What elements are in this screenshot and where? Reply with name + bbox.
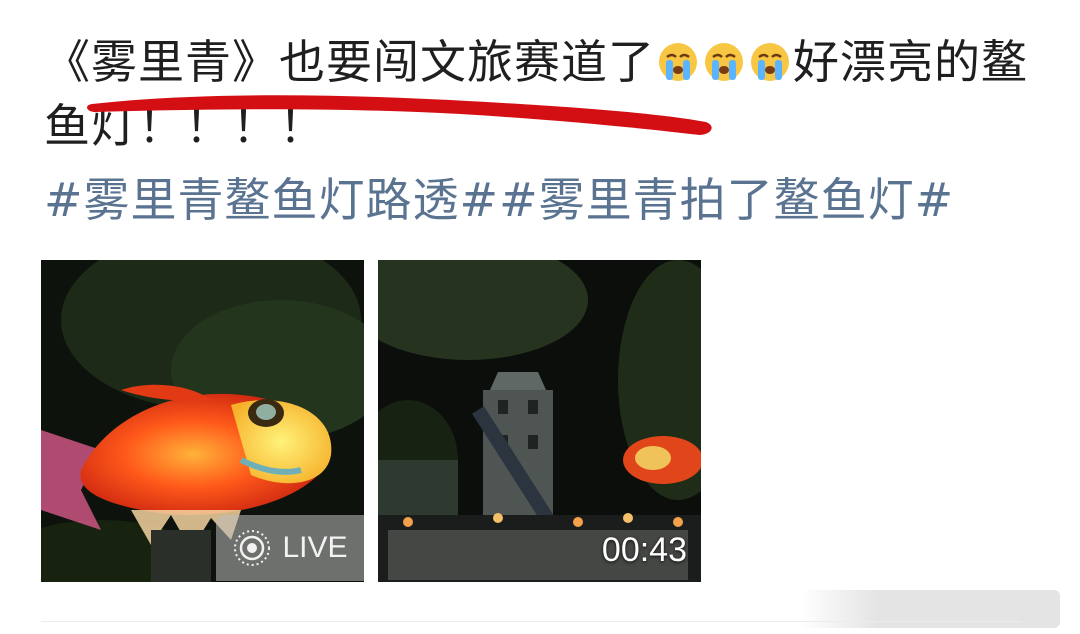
video-thumbnail[interactable]: 00:43 [378,260,701,582]
divider [41,621,1021,622]
hashtag-link[interactable]: #雾里青鳌鱼灯路透# [44,173,499,227]
loudly-crying-face-icon [703,35,745,81]
live-badge: LIVE [216,515,364,581]
hashtag-link[interactable]: #雾里青拍了鳌鱼灯# [499,173,954,227]
hashtag-row: #雾里青鳌鱼灯路透##雾里青拍了鳌鱼灯# [44,168,954,232]
live-photo-icon [232,528,272,568]
post-text: 《雾里青》也要闯文旅赛道了 好漂亮的鳌鱼灯！！！！ [44,30,1044,158]
live-photo-thumbnail[interactable]: LIVE [41,260,364,582]
watermark-strip [800,590,1060,628]
post-text-part1: 《雾里青》也要闯文旅赛道了 [44,35,655,89]
live-badge-label: LIVE [282,531,348,564]
video-duration: 00:43 [601,531,687,569]
loudly-crying-face-icon [657,35,699,81]
loudly-crying-face-icon [749,35,791,81]
